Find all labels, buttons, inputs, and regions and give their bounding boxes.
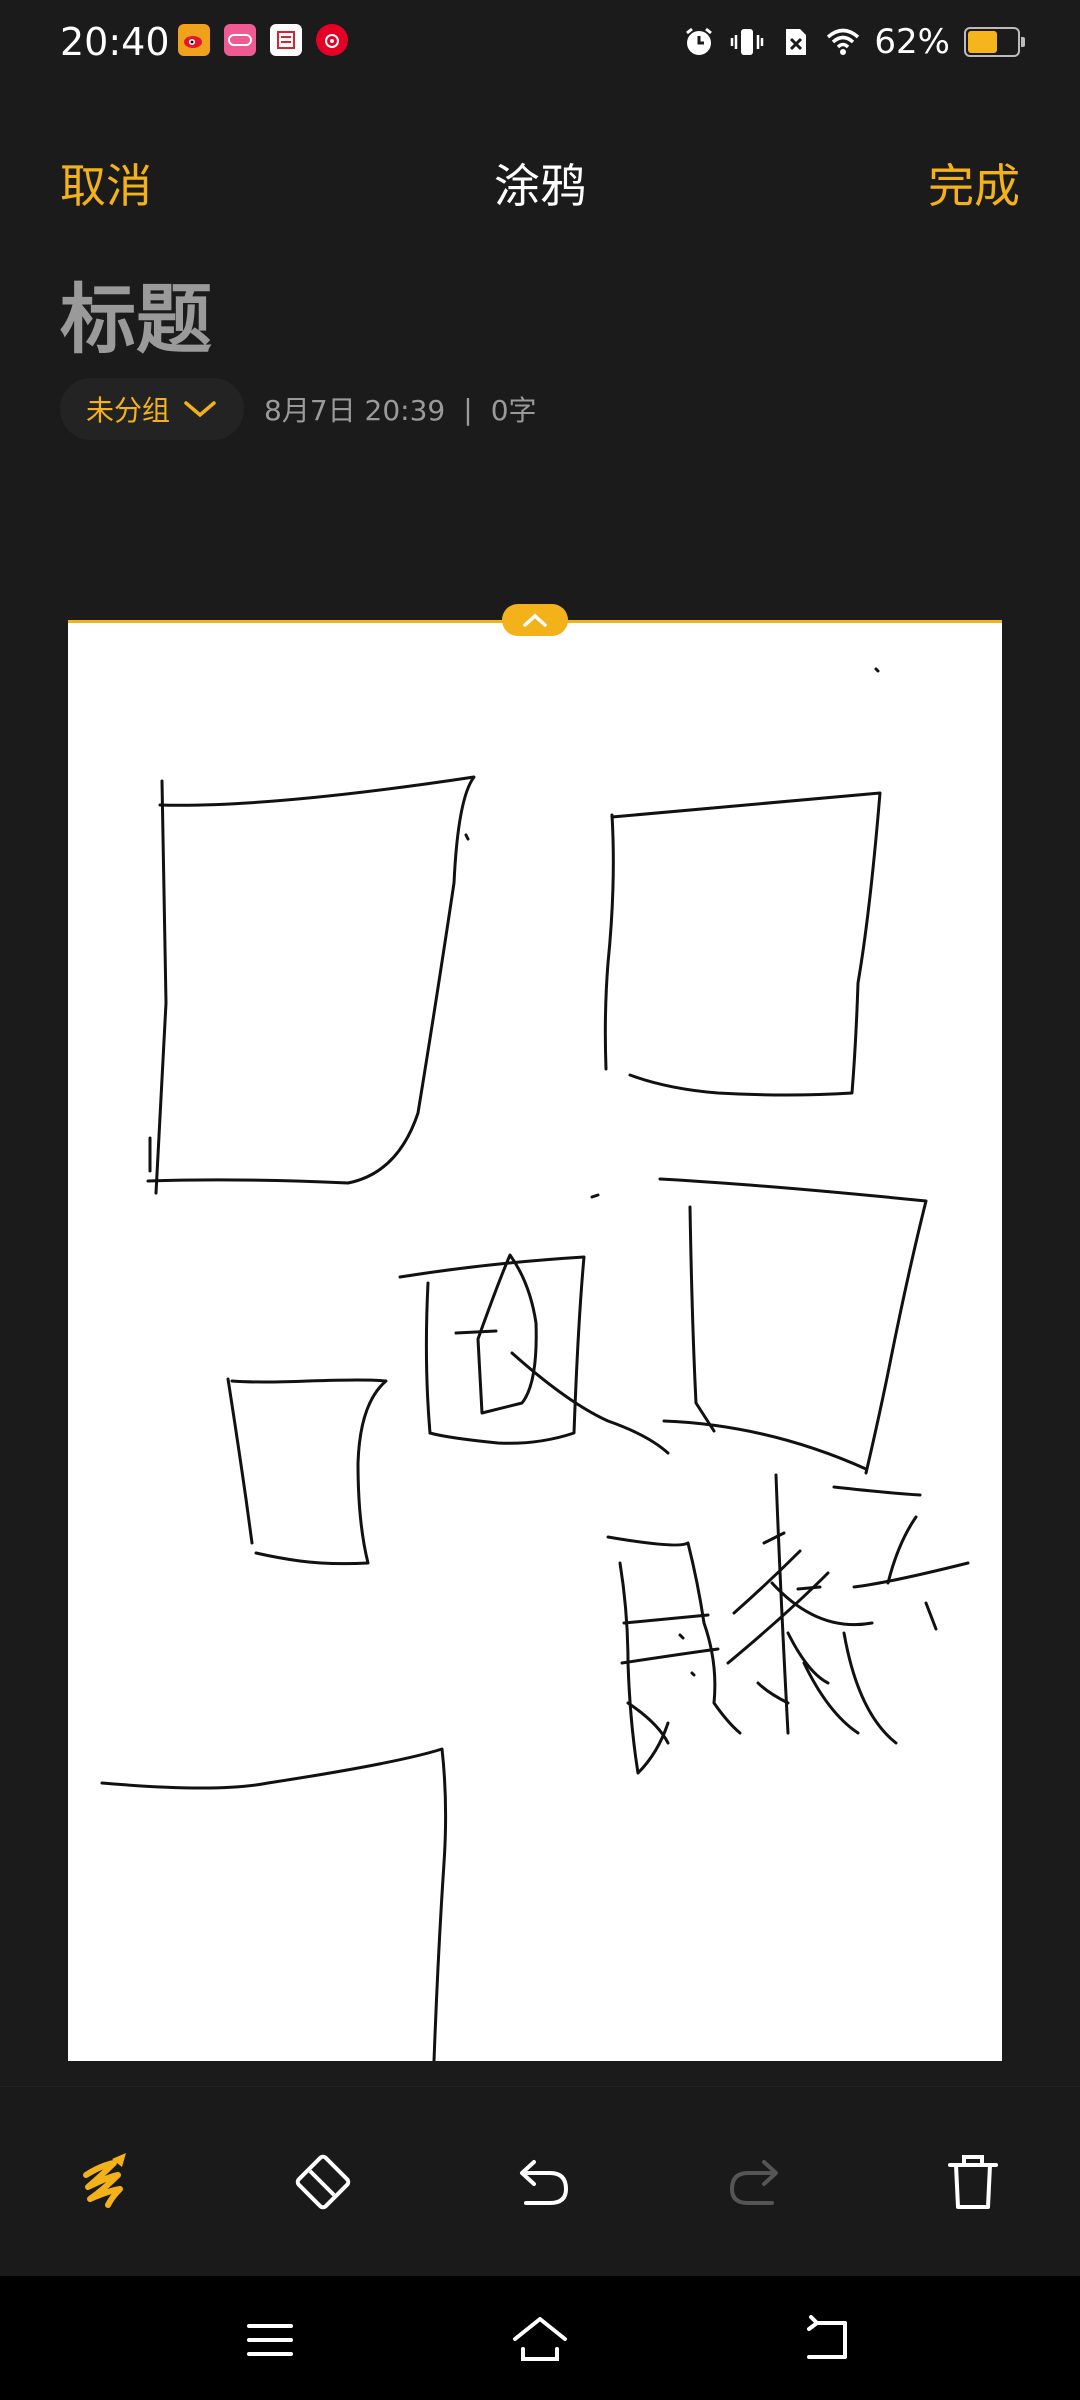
done-button[interactable]: 完成 [928, 150, 1020, 216]
chevron-up-icon [523, 613, 547, 627]
redo-icon [729, 2160, 778, 2205]
no-sim-icon [786, 29, 807, 55]
status-bar: 20:40 62% [0, 0, 1080, 84]
note-date: 8月7日 20:39 [264, 394, 446, 427]
pen-tool-button[interactable] [60, 2137, 150, 2227]
header-title: 涂鸦 [494, 159, 586, 213]
trash-icon [948, 2155, 998, 2209]
chevron-down-icon [184, 401, 216, 418]
group-label: 未分组 [86, 394, 171, 427]
recent-apps-button[interactable] [238, 2308, 302, 2372]
back-icon [807, 2315, 847, 2359]
note-title[interactable]: 标题 [60, 258, 212, 368]
weibo-icon [178, 24, 210, 56]
back-button[interactable] [794, 2308, 858, 2372]
home-icon [513, 2317, 567, 2361]
eraser-icon [295, 2154, 351, 2210]
kitchen-icon [270, 24, 302, 56]
netease-music-icon [316, 24, 348, 56]
word-count: 0字 [490, 394, 537, 427]
status-time: 20:40 [60, 20, 170, 64]
pen-icon [83, 2153, 126, 2208]
clear-canvas-button[interactable] [928, 2137, 1018, 2227]
eraser-tool-button[interactable] [278, 2137, 368, 2227]
notification-app-icons [178, 24, 348, 56]
drawing-canvas[interactable] [68, 620, 1002, 2061]
group-selector[interactable]: 未分组 [60, 378, 245, 440]
meta-separator: | [463, 392, 473, 426]
lofter-icon [224, 24, 256, 56]
collapse-canvas-button[interactable] [502, 604, 568, 636]
doodle-strokes [100, 667, 970, 2061]
battery-icon [964, 27, 1025, 57]
redo-button[interactable] [712, 2137, 802, 2227]
note-meta: 未分组 8月7日 20:39 | 0字 [60, 378, 537, 440]
drawing-toolbar [0, 2086, 1080, 2277]
wifi-icon [827, 28, 860, 55]
status-right: 62% [682, 22, 1025, 62]
vibrate-icon [731, 29, 764, 55]
undo-icon [520, 2160, 569, 2205]
home-button[interactable] [508, 2308, 572, 2372]
battery-level [968, 31, 997, 53]
editor-header: 取消 涂鸦 完成 [0, 140, 1080, 220]
system-nav-bar [0, 2276, 1080, 2400]
undo-button[interactable] [496, 2137, 586, 2227]
alarm-icon [686, 27, 713, 55]
battery-percent: 62% [874, 22, 950, 62]
menu-icon [247, 2324, 293, 2356]
